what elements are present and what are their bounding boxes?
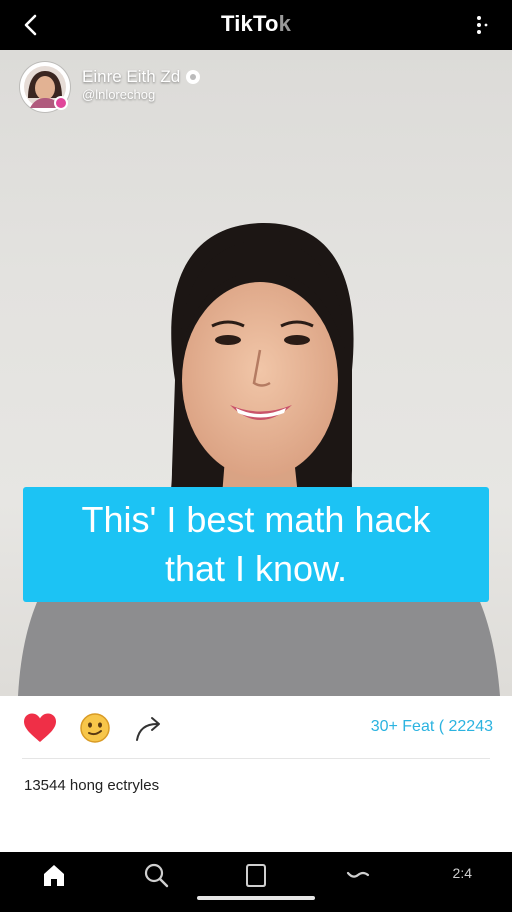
bottom-navigation: 2:4 xyxy=(0,852,512,912)
home-icon xyxy=(44,865,64,886)
status-time: 2:4 xyxy=(452,865,472,881)
nav-inbox[interactable] xyxy=(338,858,378,892)
app-title-tail: k xyxy=(278,11,292,36)
creator-name-text: Einre Eith Zd xyxy=(82,67,181,86)
action-bar: 30+ Feat ( 22243 xyxy=(0,696,512,760)
heart-icon xyxy=(24,713,56,742)
tiktok-screen: TikTok Einre Eith Zd @lnlorechog This' I… xyxy=(0,0,512,912)
nav-search[interactable] xyxy=(136,858,176,892)
home-indicator[interactable] xyxy=(197,896,315,900)
share-button[interactable] xyxy=(132,711,168,745)
like-button[interactable] xyxy=(22,711,58,745)
verified-badge-icon xyxy=(186,70,201,84)
top-bar: TikTok xyxy=(0,0,512,50)
share-arrow-icon xyxy=(136,717,160,741)
square-icon xyxy=(246,864,266,887)
nav-home[interactable] xyxy=(34,858,74,892)
nav-create[interactable] xyxy=(236,858,276,892)
creator-handle: @lnlorechog xyxy=(82,87,156,102)
wave-icon xyxy=(346,871,370,878)
creator-avatar[interactable] xyxy=(20,62,70,112)
caption-line-1: This' I best math hack xyxy=(81,499,431,540)
app-title: TikTok xyxy=(0,11,512,37)
caption-overlay: This' I best math hack that I know. xyxy=(23,487,489,602)
creator-name[interactable]: Einre Eith Zd xyxy=(82,67,201,87)
likes-summary: 13544 hong ectryles xyxy=(24,777,160,794)
divider xyxy=(22,758,490,759)
video-player[interactable]: Einre Eith Zd @lnlorechog This' I best m… xyxy=(0,50,512,696)
emoji-reaction-button[interactable] xyxy=(77,711,113,745)
more-options-button[interactable] xyxy=(470,12,494,38)
engagement-stats: 30+ Feat ( 22243 xyxy=(370,718,493,735)
more-vertical-icon xyxy=(477,16,488,34)
search-icon xyxy=(144,863,169,888)
live-badge xyxy=(54,96,68,110)
caption-line-2: that I know. xyxy=(164,548,348,589)
creator-info[interactable]: Einre Eith Zd @lnlorechog xyxy=(20,61,201,113)
app-title-main: TikTo xyxy=(220,11,279,36)
smiley-emoji-icon xyxy=(80,713,110,743)
